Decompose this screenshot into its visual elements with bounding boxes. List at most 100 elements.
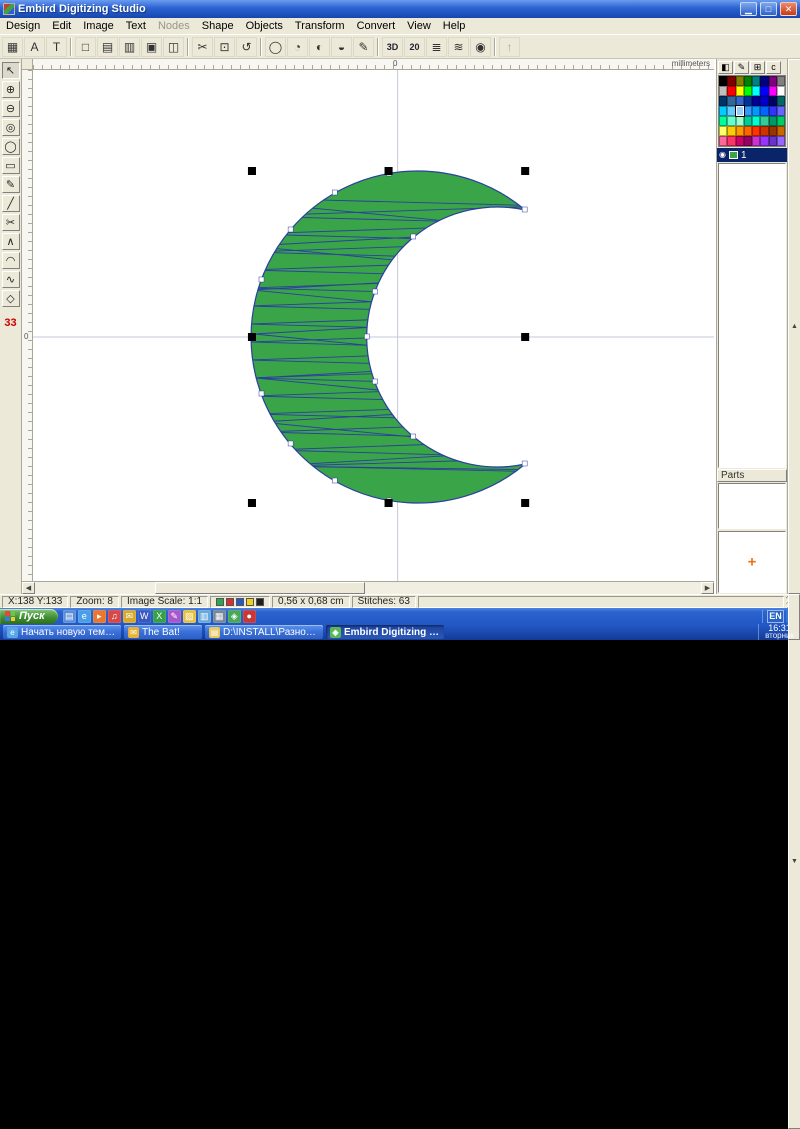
- palette-color-20[interactable]: [744, 96, 752, 106]
- palette-color-8[interactable]: [777, 76, 785, 86]
- palette-color-37[interactable]: [752, 116, 760, 126]
- arc-tool[interactable]: ◠: [2, 252, 20, 269]
- palette-color-55[interactable]: [769, 136, 777, 146]
- palette-color-43[interactable]: [736, 126, 744, 136]
- export-design-button[interactable]: ◫: [163, 37, 184, 57]
- palette-color-18[interactable]: [727, 96, 735, 106]
- menu-item-shape[interactable]: Shape: [196, 19, 240, 33]
- pan-tool[interactable]: ◎: [2, 119, 20, 136]
- start-button[interactable]: Пуск: [0, 609, 58, 624]
- palette-color-21[interactable]: [752, 96, 760, 106]
- embird-icon[interactable]: ◈: [228, 610, 241, 623]
- red-app-icon[interactable]: ●: [243, 610, 256, 623]
- task-button-1[interactable]: eНачать новую тему :: В...: [3, 625, 121, 639]
- vertical-scrollbar[interactable]: ▲ ▼: [787, 59, 800, 594]
- font-tool-button[interactable]: A: [24, 37, 45, 57]
- menu-item-design[interactable]: Design: [0, 19, 46, 33]
- palette-contrast-button[interactable]: ◧: [718, 61, 733, 74]
- design-svg[interactable]: [33, 70, 714, 581]
- menu-item-edit[interactable]: Edit: [46, 19, 77, 33]
- notepad-icon[interactable]: ▥: [198, 610, 211, 623]
- hscroll-thumb[interactable]: [155, 582, 365, 594]
- palette-color-15[interactable]: [769, 86, 777, 96]
- palette-color-51[interactable]: [736, 136, 744, 146]
- palette-color-32[interactable]: [777, 106, 785, 116]
- menu-item-text[interactable]: Text: [120, 19, 152, 33]
- stitch-simulator-button[interactable]: ≋: [448, 37, 469, 57]
- palette-color-27[interactable]: [736, 106, 744, 116]
- palette-color-5[interactable]: [752, 76, 760, 86]
- paint-icon[interactable]: ✎: [168, 610, 181, 623]
- scroll-down-icon[interactable]: ▼: [788, 594, 800, 1129]
- zoom-in-tool[interactable]: ⊕: [2, 81, 20, 98]
- palette-color-54[interactable]: [760, 136, 768, 146]
- scissors-tool[interactable]: ✂: [2, 214, 20, 231]
- palette-color-36[interactable]: [744, 116, 752, 126]
- zoom-out-tool[interactable]: ⊖: [2, 100, 20, 117]
- palette-color-4[interactable]: [744, 76, 752, 86]
- open-design-button[interactable]: ▤: [97, 37, 118, 57]
- palette-color-9[interactable]: [719, 86, 727, 96]
- grid-20-button[interactable]: 20: [404, 37, 425, 57]
- mirror-horizontal-button[interactable]: ◐: [309, 37, 330, 57]
- menu-item-convert[interactable]: Convert: [351, 19, 402, 33]
- palette-color-34[interactable]: [727, 116, 735, 126]
- show-desktop-icon[interactable]: ▤: [63, 610, 76, 623]
- menu-item-help[interactable]: Help: [437, 19, 472, 33]
- palette-color-31[interactable]: [769, 106, 777, 116]
- object-list[interactable]: [718, 163, 786, 468]
- merge-design-button[interactable]: ▥: [119, 37, 140, 57]
- palette-color-16[interactable]: [777, 86, 785, 96]
- palette-color-28[interactable]: [744, 106, 752, 116]
- menu-item-objects[interactable]: Objects: [240, 19, 289, 33]
- rotate-button[interactable]: ◔: [287, 37, 308, 57]
- grid-view-button[interactable]: ▦: [2, 37, 23, 57]
- new-design-button[interactable]: □: [75, 37, 96, 57]
- excel-icon[interactable]: X: [153, 610, 166, 623]
- palette-color-22[interactable]: [760, 96, 768, 106]
- task-button-2[interactable]: ✉The Bat!: [124, 625, 202, 639]
- palette-color-52[interactable]: [744, 136, 752, 146]
- maximize-button[interactable]: □: [760, 2, 777, 16]
- freehand-mode-button[interactable]: ✎: [353, 37, 374, 57]
- palette-color-42[interactable]: [727, 126, 735, 136]
- palette-color-50[interactable]: [727, 136, 735, 146]
- palette-color-46[interactable]: [760, 126, 768, 136]
- palette-color-45[interactable]: [752, 126, 760, 136]
- palette-color-11[interactable]: [736, 86, 744, 96]
- menu-item-nodes[interactable]: Nodes: [152, 19, 196, 33]
- horizontal-scrollbar[interactable]: ◀ ▶: [22, 581, 714, 594]
- rectangle-tool[interactable]: ▭: [2, 157, 20, 174]
- ie-icon[interactable]: e: [78, 610, 91, 623]
- palette-color-39[interactable]: [769, 116, 777, 126]
- language-indicator[interactable]: EN: [767, 610, 784, 623]
- palette-options-button[interactable]: c: [766, 61, 781, 74]
- task-button-3[interactable]: ▤D:\INSTALL\Разное\Embird: [205, 625, 323, 639]
- minimize-button[interactable]: ▁: [740, 2, 757, 16]
- select-tool[interactable]: ↖: [2, 62, 20, 79]
- palette-color-25[interactable]: [719, 106, 727, 116]
- palette-color-12[interactable]: [744, 86, 752, 96]
- palette-color-40[interactable]: [777, 116, 785, 126]
- palette-edit-button[interactable]: ✎: [734, 61, 749, 74]
- palette-color-30[interactable]: [760, 106, 768, 116]
- menu-item-view[interactable]: View: [401, 19, 437, 33]
- winamp-icon[interactable]: ♫: [108, 610, 121, 623]
- palette-color-48[interactable]: [777, 126, 785, 136]
- palette-color-3[interactable]: [736, 76, 744, 86]
- design-canvas[interactable]: [33, 70, 714, 581]
- word-icon[interactable]: W: [138, 610, 151, 623]
- palette-color-6[interactable]: [760, 76, 768, 86]
- layer-row[interactable]: ◉ 1: [717, 148, 787, 162]
- nodes-edit-tool[interactable]: ◇: [2, 290, 20, 307]
- scroll-up-icon[interactable]: ▲: [788, 59, 800, 594]
- palette-color-14[interactable]: [760, 86, 768, 96]
- curve-tool[interactable]: ∿: [2, 271, 20, 288]
- polyline-tool[interactable]: ∧: [2, 233, 20, 250]
- knife-tool[interactable]: ╱: [2, 195, 20, 212]
- menu-item-image[interactable]: Image: [77, 19, 120, 33]
- palette-color-23[interactable]: [769, 96, 777, 106]
- folder-icon[interactable]: ▨: [183, 610, 196, 623]
- palette-color-10[interactable]: [727, 86, 735, 96]
- palette-color-44[interactable]: [744, 126, 752, 136]
